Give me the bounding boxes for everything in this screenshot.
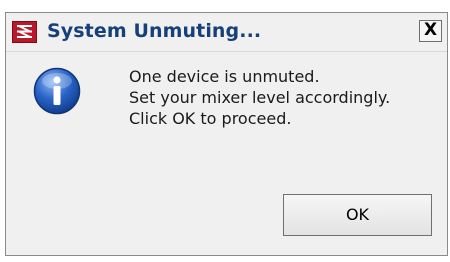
ok-button[interactable]: OK xyxy=(283,194,432,236)
app-logo-icon xyxy=(12,21,37,43)
message-text: One device is unmuted. Set your mixer le… xyxy=(129,66,390,129)
message-line: One device is unmuted. xyxy=(129,67,320,86)
dialog-window: System Unmuting... X One device is unmut… xyxy=(5,12,448,256)
message-line: Click OK to proceed. xyxy=(129,109,292,128)
title-bar[interactable]: System Unmuting... X xyxy=(6,13,447,52)
close-button[interactable]: X xyxy=(419,20,442,42)
info-icon xyxy=(33,67,81,115)
window-title: System Unmuting... xyxy=(47,20,262,42)
message-line: Set your mixer level accordingly. xyxy=(129,88,391,107)
